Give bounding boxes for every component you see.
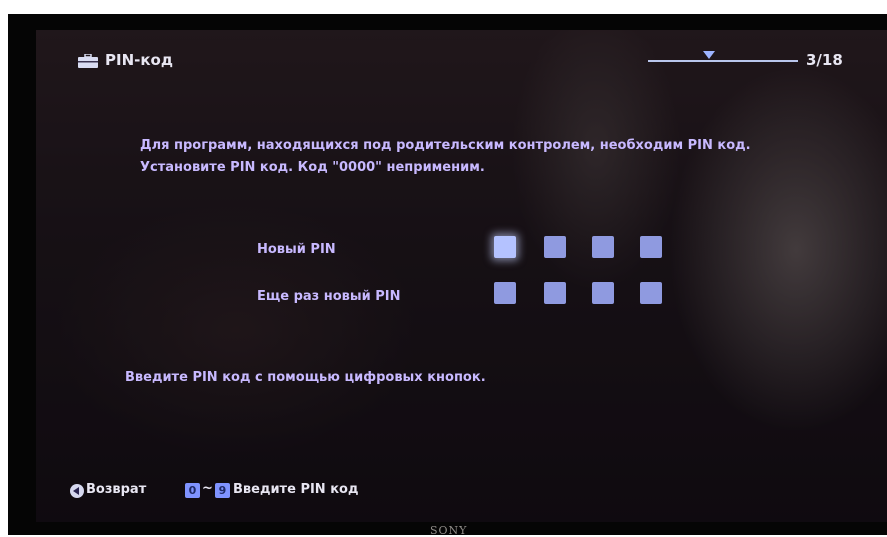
back-button-label[interactable]: Возврат	[86, 482, 146, 497]
pin-digit-box[interactable]	[640, 282, 662, 304]
key-0-icon: 0	[185, 483, 200, 498]
tv-screen: PIN-код 3/18 Для программ, находящихся п…	[36, 30, 887, 522]
key-9-icon: 9	[215, 483, 230, 498]
pin-digit-box[interactable]	[494, 236, 516, 258]
hint-text: Введите PIN код с помощью цифровых кнопо…	[125, 370, 486, 385]
toolbox-icon	[78, 54, 98, 68]
enter-pin-hint-label: Введите PIN код	[233, 482, 359, 497]
pin-digit-box[interactable]	[544, 282, 566, 304]
instruction-line-2: Установите PIN код. Код "0000" непримени…	[140, 160, 485, 175]
new-pin-label: Новый PIN	[257, 242, 336, 257]
back-arrow-icon[interactable]	[70, 484, 84, 498]
instruction-line-1: Для программ, находящихся под родительск…	[140, 138, 751, 153]
progress-marker-icon	[703, 51, 715, 59]
pin-digit-box[interactable]	[640, 236, 662, 258]
brand-logo: SONY	[430, 524, 468, 537]
instruction-text: Для программ, находящихся под родительск…	[140, 135, 840, 179]
key-range-separator: ~	[202, 481, 213, 496]
page-counter: 3/18	[806, 51, 843, 69]
pin-digit-box[interactable]	[544, 236, 566, 258]
confirm-pin-label: Еще раз новый PIN	[257, 289, 401, 304]
pin-digit-box[interactable]	[592, 282, 614, 304]
pin-digit-box[interactable]	[494, 282, 516, 304]
progress-track	[648, 60, 798, 62]
pin-digit-box[interactable]	[592, 236, 614, 258]
page-title: PIN-код	[105, 51, 173, 69]
tv-frame: PIN-код 3/18 Для программ, находящихся п…	[0, 0, 887, 537]
